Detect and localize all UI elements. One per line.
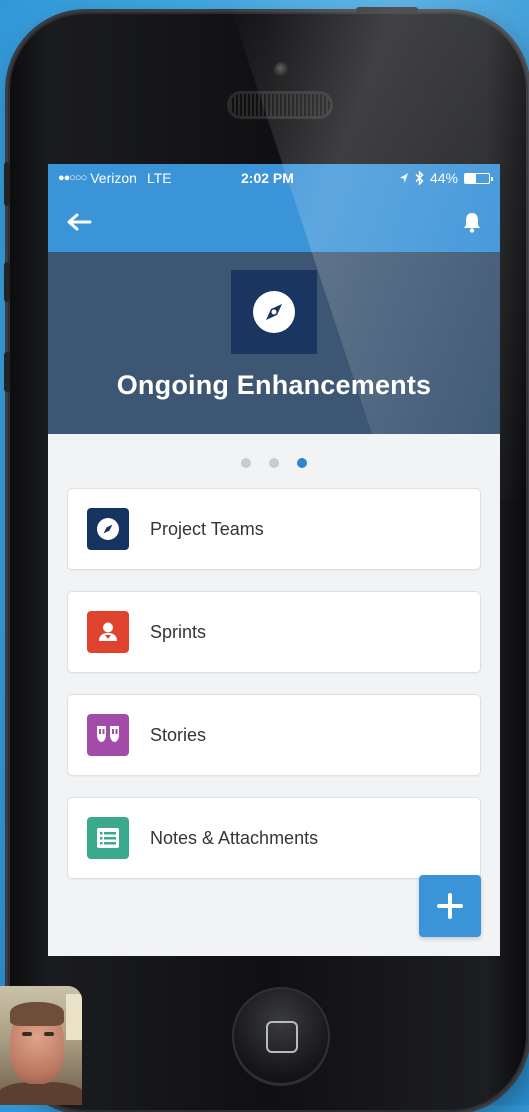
- plus-icon: [437, 893, 463, 919]
- power-button: [356, 7, 418, 13]
- card-notes-attachments[interactable]: Notes & Attachments: [67, 797, 481, 879]
- notes-icon: [97, 828, 119, 848]
- status-right: 44%: [399, 170, 493, 186]
- earpiece-speaker: [230, 94, 330, 116]
- nav-bar: [48, 192, 500, 252]
- card-label: Sprints: [150, 621, 207, 642]
- add-button[interactable]: [419, 875, 481, 937]
- network-type: LTE: [146, 170, 172, 186]
- card-label: Stories: [150, 724, 207, 745]
- page-dot-active[interactable]: [297, 458, 307, 468]
- page-dot[interactable]: [241, 458, 251, 468]
- record-header: Ongoing Enhancements: [48, 252, 500, 434]
- page-dot[interactable]: [269, 458, 279, 468]
- compass-icon: [253, 291, 295, 333]
- home-square-icon: [266, 1021, 298, 1053]
- volume-down-button: [4, 352, 10, 392]
- presenter-eye: [44, 1032, 54, 1036]
- status-bar: ●●○○○ Verizon LTE 2:02 PM 44%: [48, 164, 500, 192]
- compass-icon: [97, 518, 119, 540]
- mute-switch: [4, 162, 10, 206]
- page-title: Ongoing Enhancements: [116, 370, 432, 400]
- signal-strength: ●●○○○: [58, 172, 87, 184]
- card-label: Notes & Attachments: [150, 827, 319, 848]
- card-icon-tile: [87, 817, 129, 859]
- volume-up-button: [4, 262, 10, 302]
- stories-icon: [97, 726, 119, 742]
- card-label: Project Teams: [150, 518, 264, 539]
- bell-icon[interactable]: [462, 211, 482, 233]
- card-icon-tile: [87, 714, 129, 756]
- front-camera: [274, 62, 290, 78]
- home-button[interactable]: [232, 987, 330, 1085]
- carrier-info: ●●○○○ Verizon LTE: [58, 170, 172, 186]
- person-icon: [99, 622, 117, 641]
- battery-percent: 44%: [429, 170, 458, 186]
- page-indicator[interactable]: [48, 458, 500, 468]
- presenter-eye: [22, 1032, 32, 1036]
- card-sprints[interactable]: Sprints: [67, 591, 481, 673]
- related-list: Project Teams Sprints Stories Notes & At…: [67, 488, 481, 900]
- carrier-name: Verizon: [90, 170, 137, 186]
- app-screen: ●●○○○ Verizon LTE 2:02 PM 44% Ongoing En…: [48, 164, 500, 956]
- back-arrow-icon[interactable]: [66, 213, 92, 231]
- background-wall: [66, 994, 82, 1040]
- bluetooth-icon: [415, 171, 424, 185]
- status-time: 2:02 PM: [241, 170, 294, 186]
- presenter-video-thumbnail: [0, 986, 82, 1105]
- presenter-shirt: [0, 1082, 82, 1105]
- card-project-teams[interactable]: Project Teams: [67, 488, 481, 570]
- location-arrow-icon: [399, 173, 408, 183]
- record-icon-tile: [231, 270, 317, 354]
- presenter-hair: [10, 1002, 64, 1026]
- battery-icon: [464, 172, 493, 184]
- card-icon-tile: [87, 508, 129, 550]
- card-stories[interactable]: Stories: [67, 694, 481, 776]
- card-icon-tile: [87, 611, 129, 653]
